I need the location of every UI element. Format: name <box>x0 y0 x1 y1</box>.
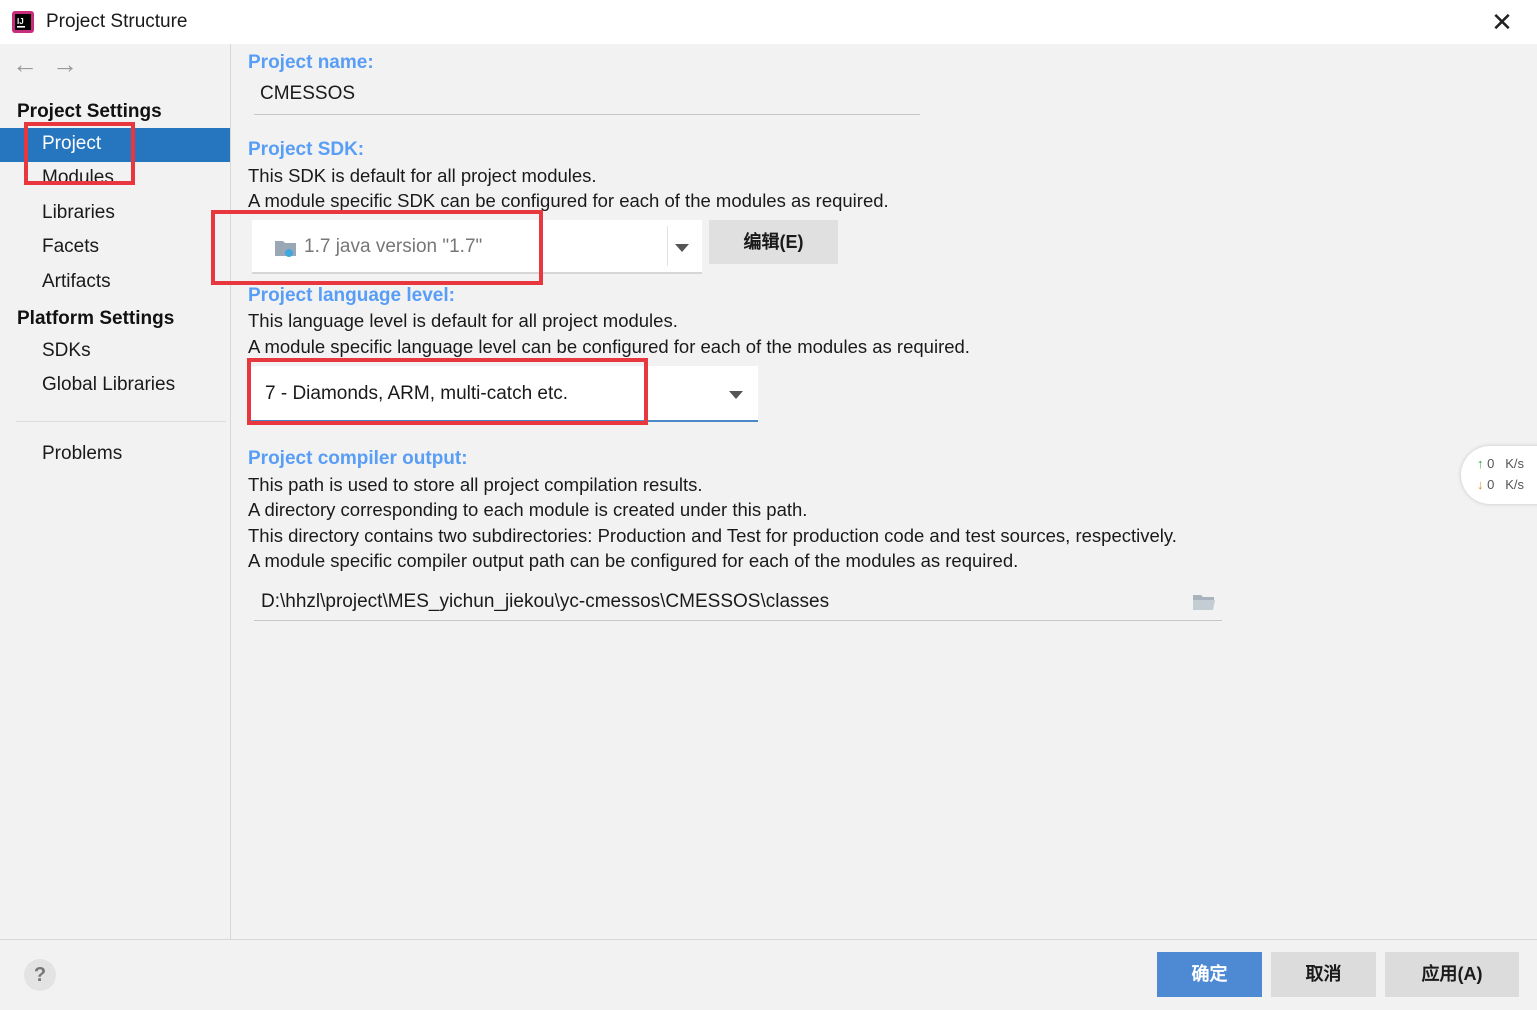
sidebar-item-sdks[interactable]: SDKs <box>0 335 230 369</box>
chevron-down-icon[interactable] <box>729 391 743 399</box>
sidebar-item-label: Global Libraries <box>42 374 176 395</box>
sidebar-item-label: Artifacts <box>42 271 111 292</box>
language-description-line2: A module specific language level can be … <box>248 336 970 357</box>
sidebar-item-libraries[interactable]: Libraries <box>0 197 230 231</box>
download-arrow-icon: ↓ <box>1477 477 1484 492</box>
edit-sdk-button[interactable]: 编辑(E) <box>709 220 838 264</box>
sidebar-item-global-libraries[interactable]: Global Libraries <box>0 369 230 403</box>
cancel-button[interactable]: 取消 <box>1271 952 1376 997</box>
project-name-label: Project name: <box>248 52 374 73</box>
compiler-output-path-field[interactable]: D:\hhzl\project\MES_yichun_jiekou\yc-cme… <box>254 584 1222 621</box>
intellij-app-icon: IJ <box>12 11 34 33</box>
ok-button[interactable]: 确定 <box>1157 952 1262 997</box>
network-speed-widget: ↑ 0 K/s ↓ 0 K/s <box>1461 446 1537 504</box>
upload-arrow-icon: ↑ <box>1477 456 1484 471</box>
forward-arrow-icon[interactable]: → <box>52 51 78 77</box>
sdk-description-line1: This SDK is default for all project modu… <box>248 165 597 186</box>
highlight-box-language-level <box>247 358 648 425</box>
sidebar-divider <box>230 44 231 939</box>
sidebar-item-label: Problems <box>42 443 123 464</box>
highlight-box-sdk <box>211 210 543 285</box>
download-speed-unit: K/s <box>1505 477 1524 492</box>
output-description-line2: A directory corresponding to each module… <box>248 499 808 520</box>
project-name-field[interactable]: CMESSOS <box>254 78 920 115</box>
compiler-output-label: Project compiler output: <box>248 448 468 469</box>
sidebar-item-artifacts[interactable]: Artifacts <box>0 266 230 300</box>
sidebar-item-label: Facets <box>42 236 100 257</box>
sdk-description-line2: A module specific SDK can be configured … <box>248 190 889 211</box>
sidebar-item-label: Libraries <box>42 202 115 223</box>
project-sdk-label: Project SDK: <box>248 139 365 160</box>
title-bar <box>0 0 1537 44</box>
close-icon[interactable]: ✕ <box>1488 8 1516 36</box>
output-description-line4: A module specific compiler output path c… <box>248 550 1019 571</box>
sidebar-heading-project-settings: Project Settings <box>17 101 162 122</box>
help-icon[interactable]: ? <box>24 959 56 991</box>
sidebar-item-label: SDKs <box>42 340 91 361</box>
sidebar-heading-platform-settings: Platform Settings <box>17 308 175 329</box>
upload-speed-unit: K/s <box>1505 456 1524 471</box>
sidebar-item-problems[interactable]: Problems <box>0 438 230 472</box>
sidebar-separator <box>16 421 226 422</box>
chevron-down-icon[interactable] <box>675 244 689 252</box>
svg-text:IJ: IJ <box>17 17 24 26</box>
highlight-box-project <box>24 122 135 185</box>
upload-speed-value: 0 <box>1487 456 1495 471</box>
output-description-line1: This path is used to store all project c… <box>248 474 703 495</box>
download-speed-value: 0 <box>1487 477 1495 492</box>
output-description-line3: This directory contains two subdirectori… <box>248 525 1177 546</box>
window-title: Project Structure <box>46 11 188 32</box>
sdk-combo-separator <box>667 226 668 266</box>
browse-folder-icon[interactable] <box>1192 593 1216 611</box>
project-name-value: CMESSOS <box>260 83 356 104</box>
sidebar-item-facets[interactable]: Facets <box>0 231 230 265</box>
language-level-label: Project language level: <box>248 285 455 306</box>
compiler-output-path-value: D:\hhzl\project\MES_yichun_jiekou\yc-cme… <box>261 591 830 612</box>
footer-separator <box>0 939 1537 940</box>
language-description-line1: This language level is default for all p… <box>248 310 678 331</box>
apply-button[interactable]: 应用(A) <box>1385 952 1519 997</box>
back-arrow-icon[interactable]: ← <box>12 51 38 77</box>
